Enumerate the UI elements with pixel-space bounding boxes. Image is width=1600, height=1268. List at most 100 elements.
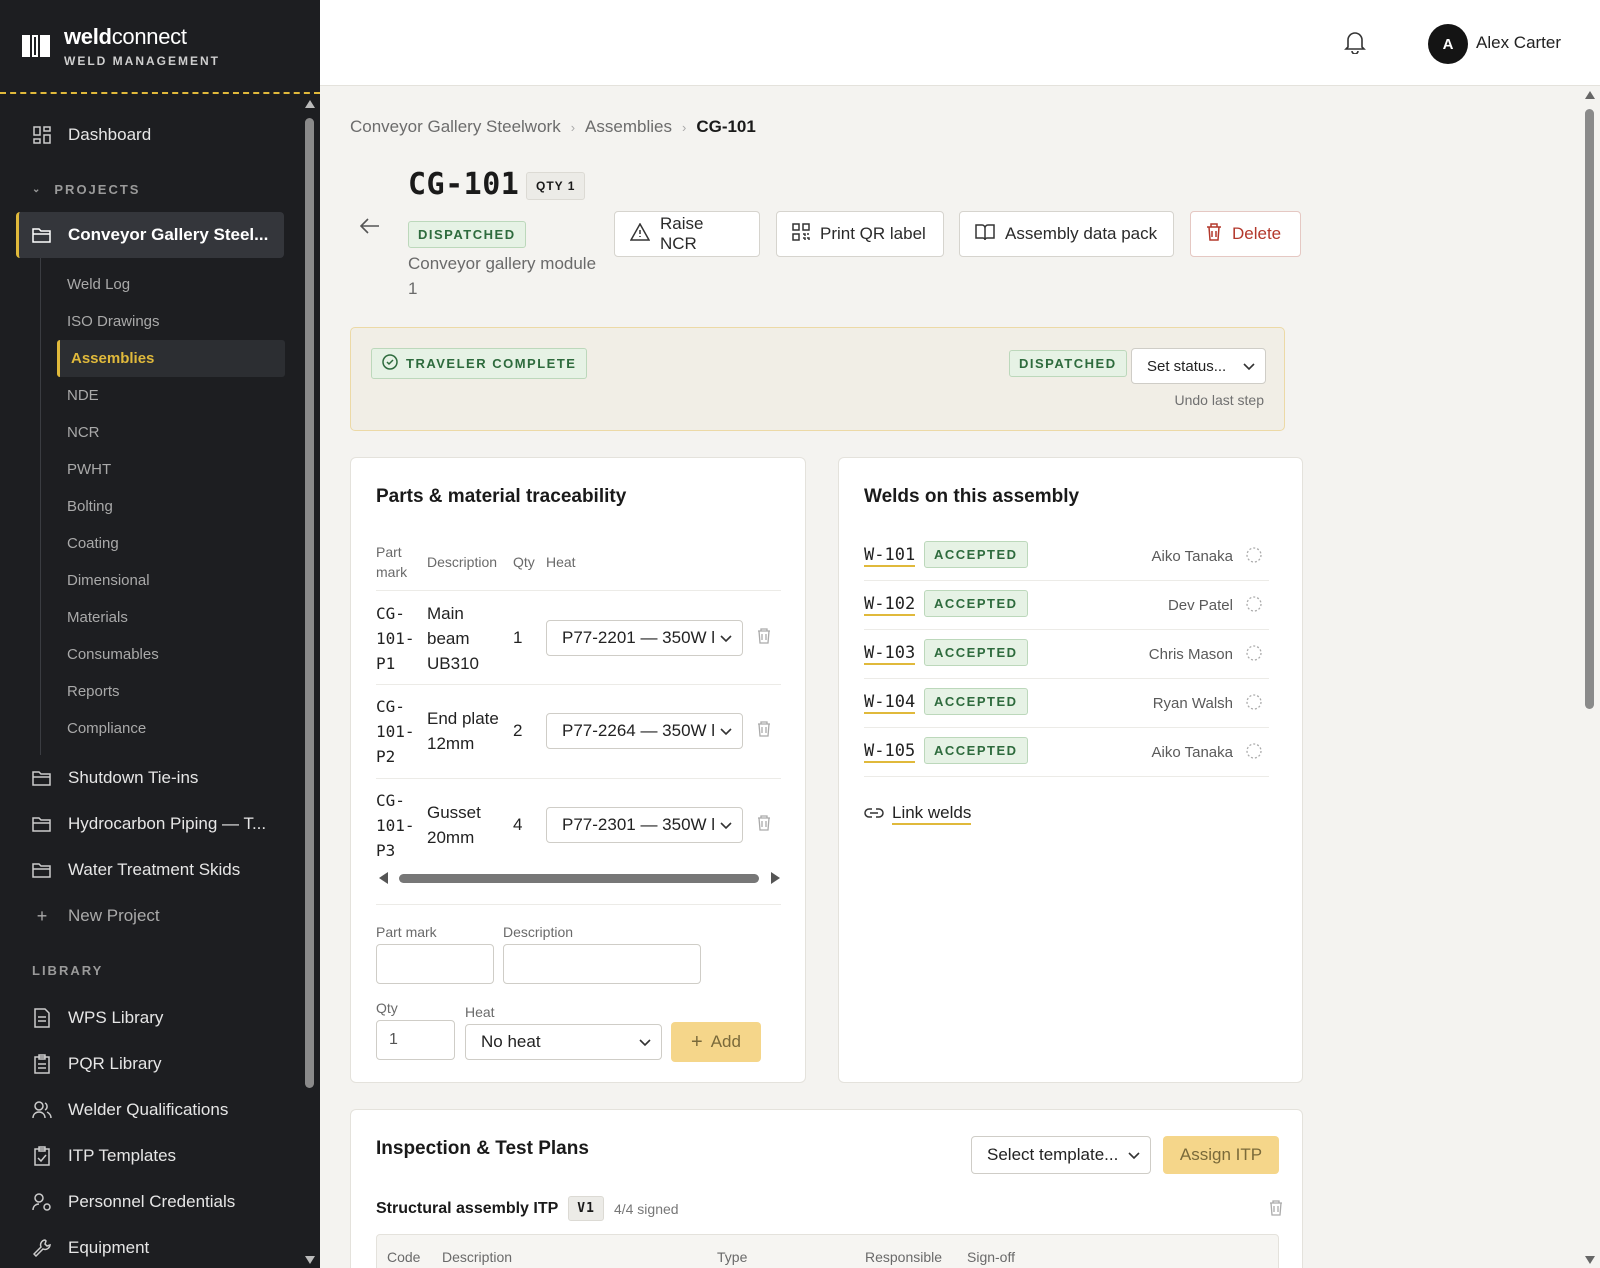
user-name[interactable]: Alex Carter (1476, 33, 1561, 53)
active-project-label: Conveyor Gallery Steel... (68, 225, 269, 244)
add-part-button[interactable]: + Add (671, 1022, 761, 1062)
part-qty: 1 (513, 628, 523, 647)
sidebar-item-itp-templates[interactable]: ITP Templates (0, 1133, 300, 1179)
raise-ncr-button[interactable]: Raise NCR (614, 211, 760, 257)
sidebar-item-project[interactable]: Water Treatment Skids (0, 847, 300, 893)
assembly-data-pack-button[interactable]: Assembly data pack (959, 211, 1174, 257)
weld-link[interactable]: W-105 (864, 741, 916, 763)
scroll-left-icon[interactable] (379, 872, 388, 884)
breadcrumb-section[interactable]: Assemblies (585, 117, 672, 137)
delete-label: Delete (1232, 224, 1282, 243)
part-mark: CG- 101- P3 (376, 791, 415, 860)
sidebar-item-wps-library[interactable]: WPS Library (0, 995, 300, 1041)
sidebar-item-personnel-credentials[interactable]: Personnel Credentials (0, 1179, 300, 1225)
welder-name: Ryan Walsh (1152, 695, 1233, 712)
subnav-dimensional[interactable]: Dimensional (41, 562, 300, 599)
set-status-select[interactable]: Set status... (1131, 348, 1266, 384)
chevron-down-icon (1243, 358, 1255, 375)
subnav-nde[interactable]: NDE (41, 377, 300, 414)
trash-icon[interactable] (757, 721, 771, 742)
sidebar-item-active-project[interactable]: Conveyor Gallery Steel... (16, 212, 284, 258)
subnav-ncr[interactable]: NCR (41, 414, 300, 451)
unlink-icon[interactable] (1245, 644, 1263, 667)
brand-name: weldconnect (64, 24, 187, 49)
itp-template-select[interactable]: Select template... (971, 1136, 1151, 1174)
trash-icon[interactable] (757, 815, 771, 836)
sidebar-item-project[interactable]: Hydrocarbon Piping — T... (0, 801, 300, 847)
subnav-iso-drawings[interactable]: ISO Drawings (41, 303, 300, 340)
traveler-complete-badge: TRAVELER COMPLETE (371, 348, 588, 379)
subnav-reports[interactable]: Reports (41, 673, 300, 710)
subnav-pwht[interactable]: PWHT (41, 451, 300, 488)
back-arrow-icon[interactable] (359, 218, 380, 239)
sidebar-item-pqr-library[interactable]: PQR Library (0, 1041, 300, 1087)
set-status-value: Set status... (1147, 357, 1227, 375)
list-item: W-105 ACCEPTED Aiko Tanaka (864, 728, 1269, 777)
itp-version-badge: V1 (568, 1196, 604, 1221)
undo-last-step-link[interactable]: Undo last step (1175, 392, 1265, 408)
sidebar-scrollbar[interactable] (300, 96, 320, 1268)
project-label: Shutdown Tie-ins (68, 768, 199, 787)
subnav-bolting[interactable]: Bolting (41, 488, 300, 525)
subnav-weld-log[interactable]: Weld Log (41, 266, 300, 303)
subnav-assemblies[interactable]: Assemblies (57, 340, 285, 377)
heat-select-new[interactable]: No heat (465, 1024, 662, 1060)
weld-link[interactable]: W-104 (864, 692, 916, 714)
sidebar-item-equipment[interactable]: Equipment (0, 1225, 300, 1268)
scroll-up-icon[interactable] (305, 100, 315, 108)
main-scroll-thumb[interactable] (1585, 109, 1594, 709)
chevron-right-icon: › (681, 119, 687, 135)
scroll-right-icon[interactable] (771, 872, 780, 884)
traveler-badge-label: TRAVELER COMPLETE (406, 356, 577, 371)
brand[interactable]: weldconnect WELD MANAGEMENT (0, 0, 320, 94)
scroll-down-icon[interactable] (305, 1256, 315, 1264)
bell-icon[interactable] (1344, 30, 1366, 59)
horizontal-scroll-thumb[interactable] (399, 874, 759, 883)
book-icon (975, 223, 995, 246)
projects-section-header[interactable]: ⌄ PROJECTS (0, 174, 300, 204)
add-label: Add (710, 1032, 741, 1051)
weld-link[interactable]: W-103 (864, 643, 916, 665)
print-qr-button[interactable]: Print QR label (776, 211, 944, 257)
description-input[interactable] (503, 944, 701, 984)
link-welds-button[interactable]: Link welds (864, 803, 972, 825)
avatar[interactable]: A (1428, 24, 1468, 64)
assign-itp-button[interactable]: Assign ITP (1163, 1136, 1279, 1174)
new-project-button[interactable]: + New Project (0, 893, 300, 939)
trash-icon[interactable] (757, 628, 771, 649)
main-scrollbar[interactable] (1580, 87, 1600, 1268)
chevron-down-icon (720, 721, 732, 741)
heat-select[interactable]: P77-2201 — 350W l (546, 620, 743, 656)
unlink-icon[interactable] (1245, 546, 1263, 569)
weld-status-badge: ACCEPTED (924, 737, 1028, 764)
weld-link[interactable]: W-102 (864, 594, 916, 616)
sidebar-item-welder-qualifications[interactable]: Welder Qualifications (0, 1087, 300, 1133)
part-qty: 2 (513, 721, 523, 740)
part-mark-label: Part mark (376, 924, 437, 940)
unlink-icon[interactable] (1245, 595, 1263, 618)
subnav-materials[interactable]: Materials (41, 599, 300, 636)
itp-table-header: Code Description Type Responsible Sign-o… (376, 1234, 1279, 1268)
unlink-icon[interactable] (1245, 742, 1263, 765)
table-horizontal-scrollbar[interactable] (379, 870, 784, 886)
scroll-down-icon[interactable] (1585, 1256, 1595, 1264)
welder-name: Aiko Tanaka (1151, 548, 1233, 565)
heat-select[interactable]: P77-2301 — 350W l (546, 807, 743, 843)
trash-icon[interactable] (1269, 1200, 1283, 1221)
qty-input[interactable]: 1 (376, 1020, 455, 1060)
subnav-coating[interactable]: Coating (41, 525, 300, 562)
sidebar-scroll-thumb[interactable] (305, 118, 314, 1088)
breadcrumb-project[interactable]: Conveyor Gallery Steelwork (350, 117, 561, 137)
qty-badge: QTY 1 (526, 172, 586, 200)
unlink-icon[interactable] (1245, 693, 1263, 716)
subnav-compliance[interactable]: Compliance (41, 710, 300, 747)
col-qty: Qty (513, 554, 535, 570)
weld-link[interactable]: W-101 (864, 545, 916, 567)
scroll-up-icon[interactable] (1585, 91, 1595, 99)
delete-button[interactable]: Delete (1190, 211, 1301, 257)
subnav-consumables[interactable]: Consumables (41, 636, 300, 673)
heat-select[interactable]: P77-2264 — 350W l (546, 713, 743, 749)
sidebar-item-project[interactable]: Shutdown Tie-ins (0, 755, 300, 801)
nav-dashboard[interactable]: Dashboard (0, 112, 300, 158)
part-mark-input[interactable] (376, 944, 494, 984)
